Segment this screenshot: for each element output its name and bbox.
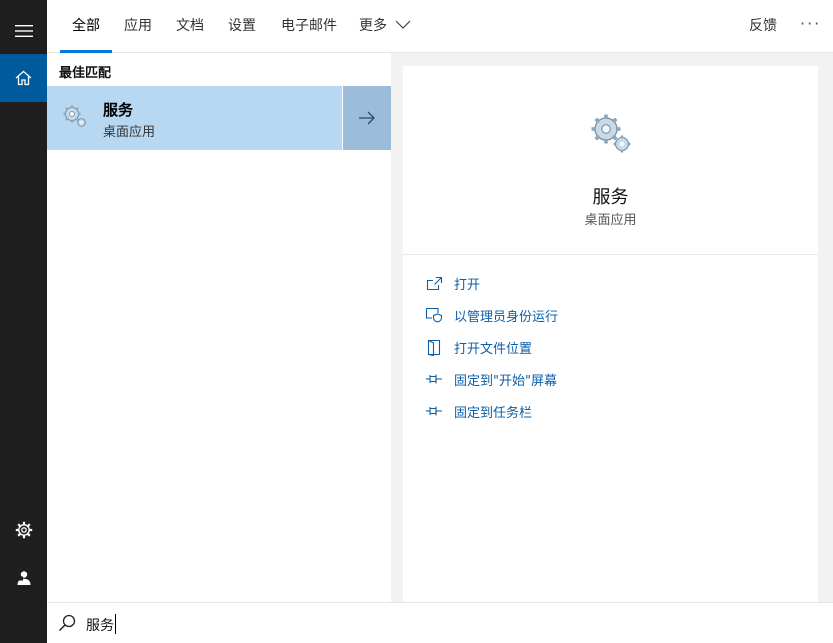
- arrow-right-icon: [359, 111, 375, 125]
- pin-icon: [426, 406, 442, 416]
- action-pin-to-start-label: 固定到"开始"屏幕: [454, 373, 557, 389]
- action-pin-to-taskbar[interactable]: 固定到任务栏: [425, 399, 532, 423]
- best-match-heading: 最佳匹配: [59, 66, 112, 81]
- search-input[interactable]: 服务: [86, 614, 116, 635]
- action-open-file-location-label: 打开文件位置: [454, 341, 533, 357]
- preview-subtitle: 桌面应用: [584, 213, 637, 228]
- tab-more-label: 更多: [359, 18, 387, 34]
- file-location-icon: [427, 339, 441, 356]
- search-filter-bar: 全部 应用 文档 设置 电子邮件 更多 反馈 ···: [47, 0, 833, 53]
- hamburger-icon: [14, 25, 33, 37]
- preview-panel: 服务 桌面应用 打开 以管理员身份运行 打开文件位置 固定到"开始"屏幕 固定到…: [403, 66, 818, 602]
- divider: [403, 254, 818, 255]
- home-icon: [15, 70, 32, 86]
- tab-all[interactable]: 全部: [60, 0, 112, 53]
- search-input-text: 服务: [86, 618, 114, 634]
- action-run-as-admin-label: 以管理员身份运行: [454, 309, 559, 325]
- search-box[interactable]: 服务: [47, 602, 833, 643]
- home-button[interactable]: [0, 54, 47, 102]
- best-match-title: 服务: [103, 101, 134, 119]
- gear-icon: [15, 521, 32, 539]
- menu-button[interactable]: [0, 8, 47, 54]
- results-panel: 最佳匹配 服务 桌面应用: [47, 53, 391, 602]
- action-run-as-admin[interactable]: 以管理员身份运行: [425, 303, 558, 327]
- left-rail: [0, 0, 47, 643]
- show-details-button[interactable]: [343, 86, 391, 150]
- search-icon: [58, 614, 76, 632]
- tab-email[interactable]: 电子邮件: [281, 0, 337, 53]
- tab-documents[interactable]: 文档: [176, 0, 204, 53]
- admin-shield-icon: [425, 307, 443, 323]
- more-options-button[interactable]: ···: [800, 0, 821, 53]
- settings-button[interactable]: [0, 507, 47, 553]
- action-pin-to-taskbar-label: 固定到任务栏: [454, 405, 533, 421]
- action-open-file-location[interactable]: 打开文件位置: [425, 335, 532, 359]
- gears-icon: [63, 105, 86, 127]
- account-icon: [17, 571, 30, 585]
- account-button[interactable]: [0, 555, 47, 601]
- action-open[interactable]: 打开: [425, 271, 480, 295]
- feedback-button[interactable]: 反馈: [749, 0, 777, 53]
- action-open-label: 打开: [454, 277, 481, 293]
- preview-title: 服务: [592, 187, 629, 208]
- text-caret: [115, 614, 116, 634]
- best-match-subtitle: 桌面应用: [103, 125, 156, 140]
- tab-more[interactable]: 更多: [359, 0, 411, 53]
- open-icon: [426, 276, 442, 290]
- tab-settings[interactable]: 设置: [228, 0, 256, 53]
- gears-icon: [591, 114, 631, 153]
- pin-icon: [426, 374, 442, 384]
- chevron-down-icon: [396, 20, 411, 29]
- best-match-item[interactable]: 服务 桌面应用: [47, 86, 342, 150]
- tab-apps[interactable]: 应用: [124, 0, 152, 53]
- action-pin-to-start[interactable]: 固定到"开始"屏幕: [425, 367, 557, 391]
